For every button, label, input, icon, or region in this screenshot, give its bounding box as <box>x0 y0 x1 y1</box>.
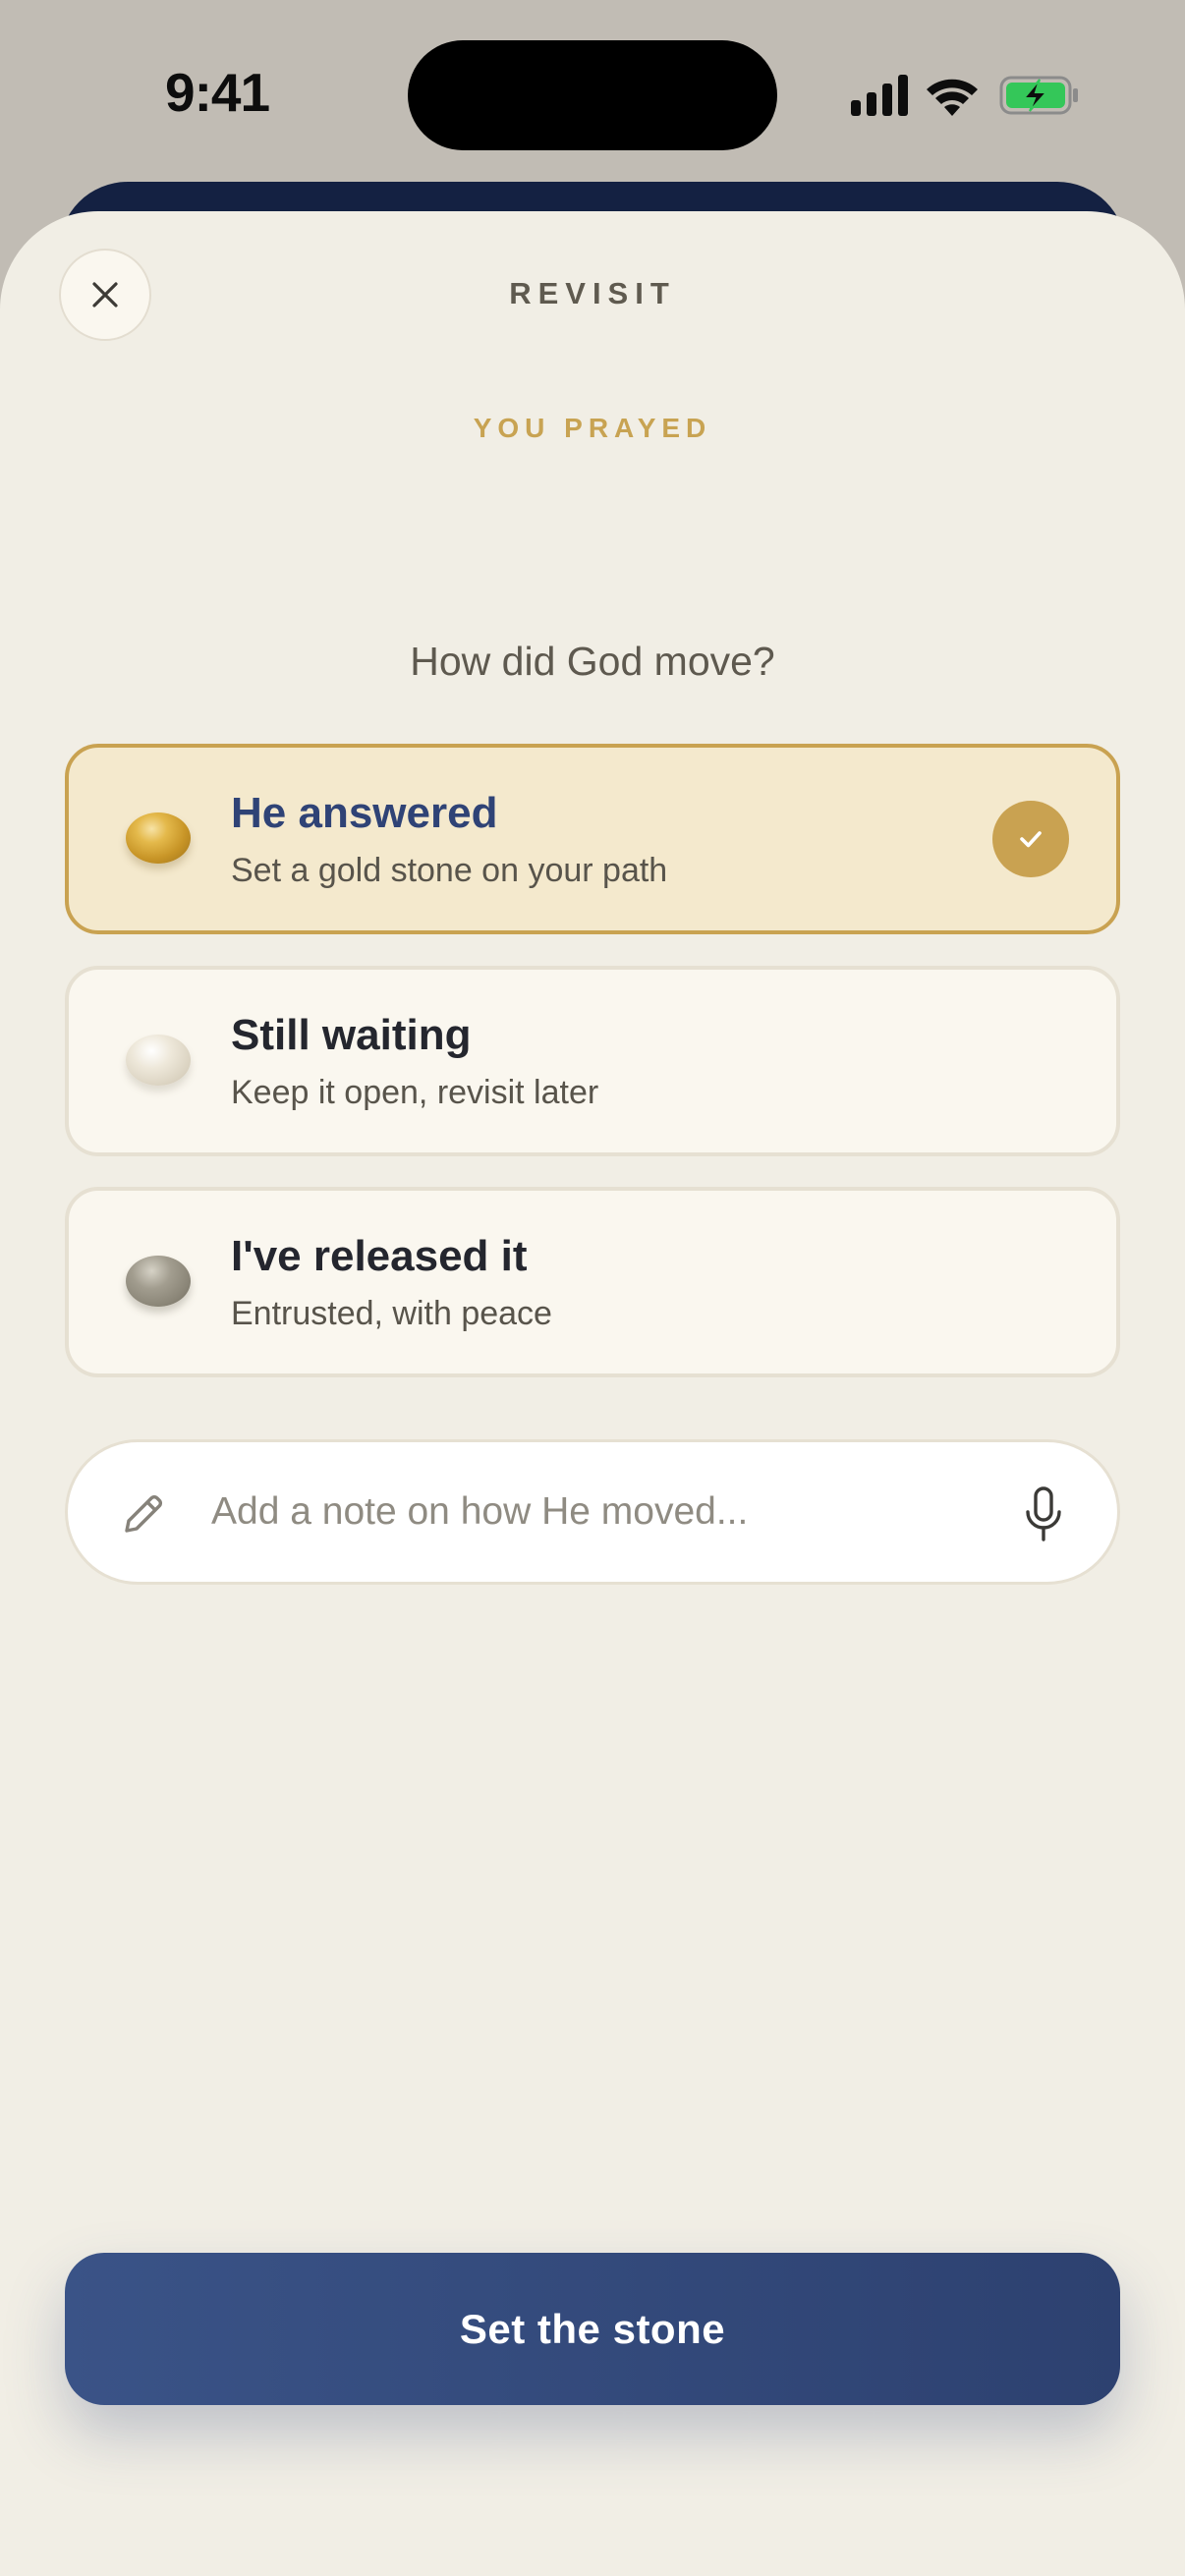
grey-stone-icon <box>126 1256 191 1307</box>
sheet-title: REVISIT <box>509 276 676 310</box>
option-title: Still waiting <box>231 1011 472 1059</box>
option-subtitle: Entrusted, with peace <box>231 1295 552 1332</box>
checkmark-icon <box>992 801 1069 877</box>
set-stone-button[interactable]: Set the stone <box>65 2253 1120 2405</box>
pencil-icon <box>125 1495 162 1533</box>
note-field[interactable] <box>65 1439 1120 1585</box>
microphone-icon[interactable] <box>1021 1485 1066 1544</box>
option-released-it[interactable]: I've released it Entrusted, with peace <box>65 1187 1120 1377</box>
status-icons <box>851 75 1078 116</box>
cellular-signal-icon <box>851 75 908 116</box>
option-subtitle: Keep it open, revisit later <box>231 1074 599 1111</box>
pale-stone-icon <box>126 1035 191 1086</box>
option-still-waiting[interactable]: Still waiting Keep it open, revisit late… <box>65 966 1120 1156</box>
option-he-answered[interactable]: He answered Set a gold stone on your pat… <box>65 744 1120 934</box>
dynamic-island <box>408 40 777 150</box>
battery-charging-icon <box>999 76 1078 115</box>
option-title: He answered <box>231 789 498 837</box>
eyebrow-label: YOU PRAYED <box>473 413 712 443</box>
question-heading: How did God move? <box>410 639 775 684</box>
status-time: 9:41 <box>165 62 270 123</box>
revisit-sheet <box>0 211 1185 2576</box>
status-bar: 9:41 <box>0 0 1185 187</box>
gold-stone-icon <box>126 812 191 864</box>
option-title: I've released it <box>231 1232 528 1280</box>
note-input[interactable] <box>209 1472 1019 1552</box>
wifi-icon <box>927 79 978 116</box>
option-subtitle: Set a gold stone on your path <box>231 852 668 889</box>
